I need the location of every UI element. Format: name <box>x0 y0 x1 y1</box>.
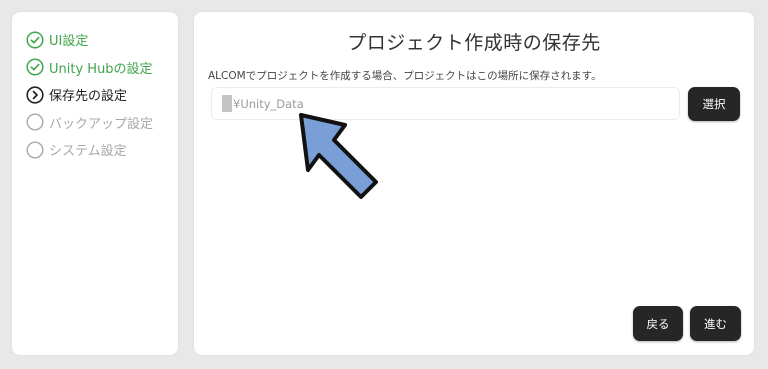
back-button[interactable]: 戻る <box>633 306 683 341</box>
step-ui-settings[interactable]: UI設定 <box>26 26 178 54</box>
save-location-panel: プロジェクト作成時の保存先 ALCOMでプロジェクトを作成する場合、プロジェクト… <box>194 12 754 355</box>
steps-list: UI設定 Unity Hubの設定 保存先の設定 バックアップ設定 システム設定 <box>12 12 178 164</box>
check-circle-icon <box>26 58 44 76</box>
save-path-value: ¥Unity_Data <box>233 96 304 111</box>
page-title: プロジェクト作成時の保存先 <box>347 32 601 54</box>
step-label: Unity Hubの設定 <box>49 61 153 77</box>
empty-circle-icon <box>26 141 44 159</box>
save-path-field[interactable]: ¥Unity_Data <box>211 87 680 120</box>
step-label: システム設定 <box>49 144 127 160</box>
check-circle-icon <box>26 31 44 49</box>
step-label: 保存先の設定 <box>49 89 128 105</box>
chevron-right-circle-icon <box>26 86 44 104</box>
description-text: ALCOMでプロジェクトを作成する場合、プロジェクトはこの場所に保存されます。 <box>208 70 602 82</box>
step-label: UI設定 <box>49 34 89 50</box>
step-system-settings[interactable]: システム設定 <box>26 136 178 164</box>
setup-steps-sidebar: UI設定 Unity Hubの設定 保存先の設定 バックアップ設定 システム設定 <box>12 12 178 355</box>
select-folder-button[interactable]: 選択 <box>688 87 740 121</box>
empty-circle-icon <box>26 113 44 131</box>
next-button[interactable]: 進む <box>690 306 741 341</box>
step-save-location[interactable]: 保存先の設定 <box>26 81 178 109</box>
step-unity-hub-settings[interactable]: Unity Hubの設定 <box>26 54 178 82</box>
step-label: バックアップ設定 <box>49 116 154 132</box>
redacted-path-mask <box>222 95 232 112</box>
step-backup-settings[interactable]: バックアップ設定 <box>26 109 178 137</box>
